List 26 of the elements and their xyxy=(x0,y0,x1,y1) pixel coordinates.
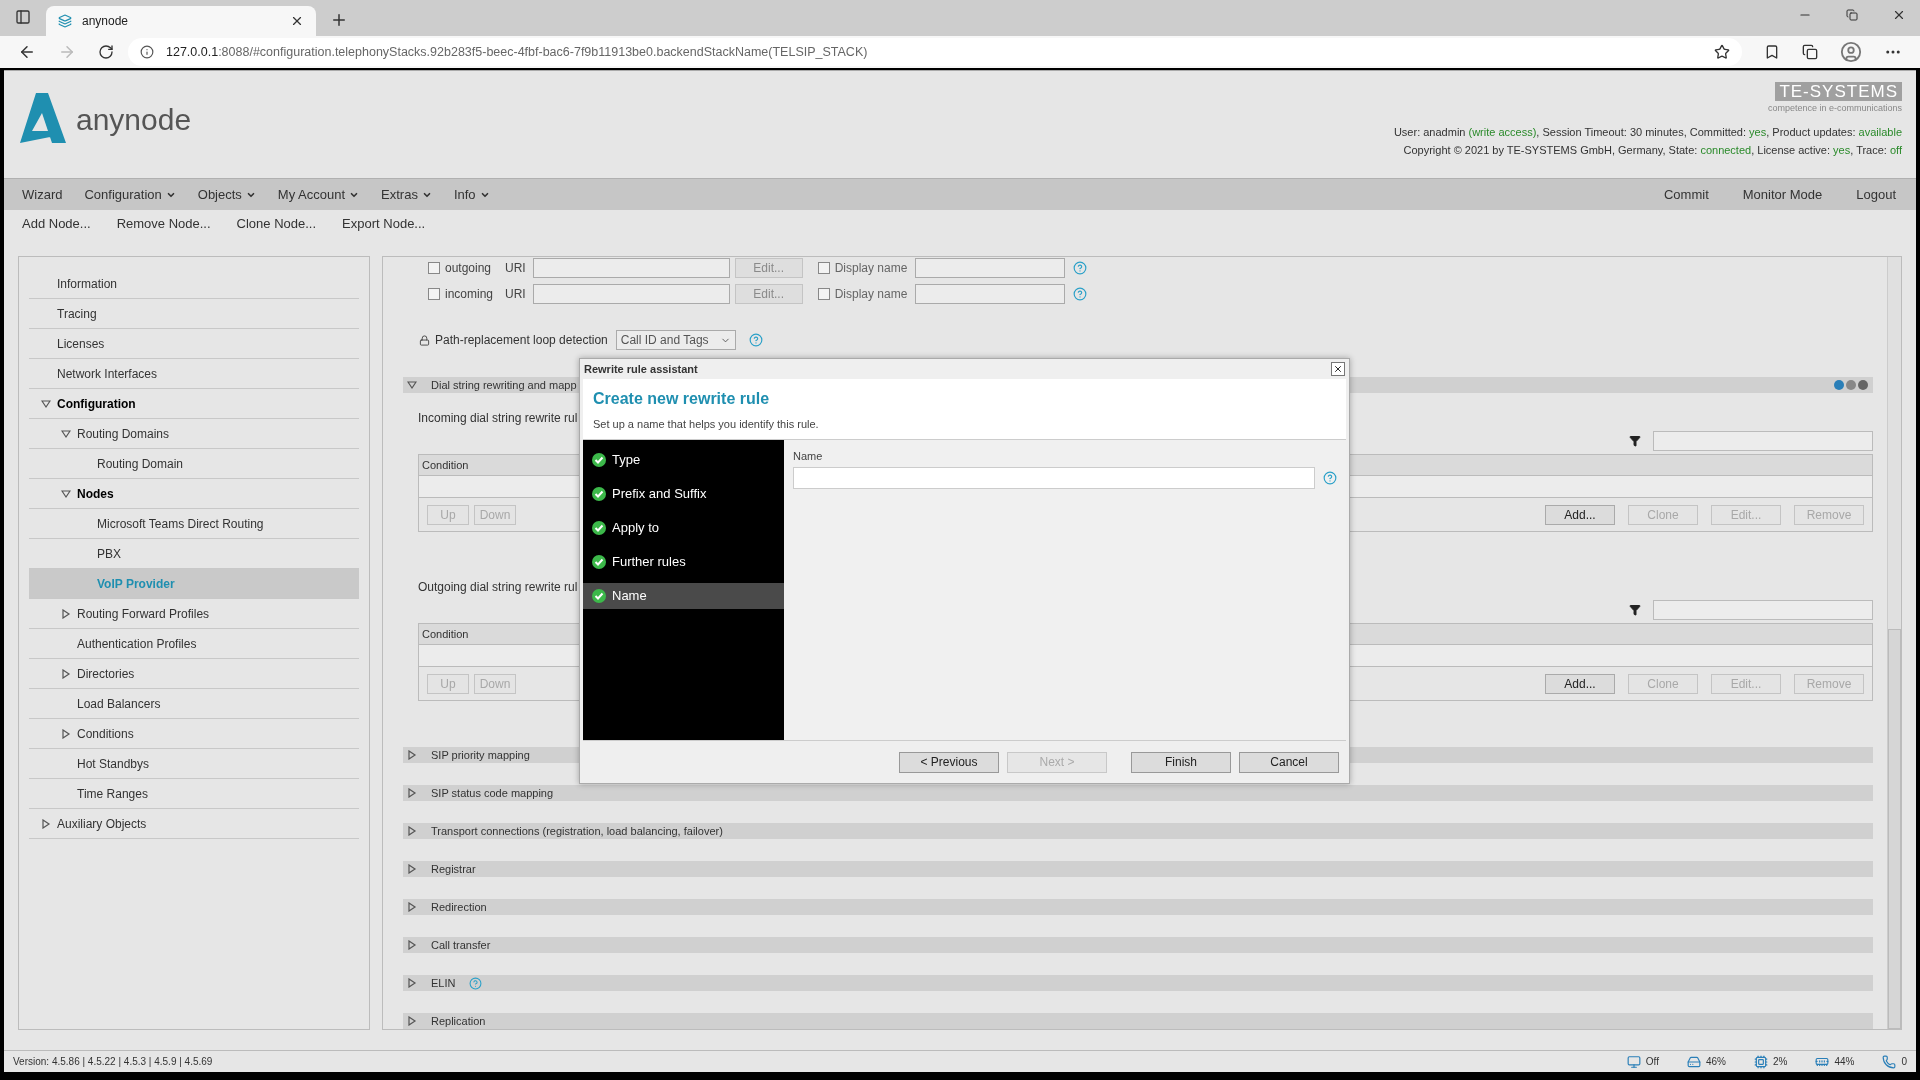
vendor-logo: TE-SYSTEMS xyxy=(1775,82,1902,101)
url-text: 127.0.0.1:8088/#configuration.telephonyStacks.92b283f5-beec-4fbf-bac6-7f9b11913be0.backendStackName(TELSIP_STACK) xyxy=(166,43,869,61)
status-value: Off xyxy=(1645,1055,1659,1069)
direction-label: incoming xyxy=(445,286,495,303)
loop-detection-label: Path-replacement loop detection xyxy=(435,332,608,349)
field-label: Name xyxy=(793,449,824,464)
uri-label: URI xyxy=(505,260,526,277)
table-title: Incoming dial string rewrite rul xyxy=(418,411,578,425)
direction-label: outgoing xyxy=(445,260,493,277)
status-value: 2% xyxy=(1772,1055,1788,1069)
dialog-subtitle: Set up a name that helps you identify this rule. xyxy=(593,417,820,432)
display-name-label: Display name xyxy=(834,260,909,277)
display-name-label: Display name xyxy=(834,286,909,303)
vendor-tagline: competence in e-communications xyxy=(1767,102,1902,115)
status-value: 0 xyxy=(1901,1055,1907,1069)
status-value: 44% xyxy=(1834,1055,1855,1069)
dialog-heading: Create new rewrite rule xyxy=(593,389,771,409)
status-value: 46% xyxy=(1705,1055,1726,1069)
dialog-title: Rewrite rule assistant xyxy=(584,361,698,377)
session-info-text: User: anadmin (write access), Session Timeout: 30 minutes, Committed: yes, Product updates: available xyxy=(1393,124,1902,140)
uri-label: URI xyxy=(505,286,526,303)
logo-text: anynode xyxy=(76,102,192,138)
session-info-text: Copyright © 2021 by TE-SYSTEMS GmbH, Germany, State: connected, License active: yes, Trace: off xyxy=(1403,143,1902,158)
table-title: Outgoing dial string rewrite rul xyxy=(418,580,578,594)
tab-title: anynode xyxy=(82,13,130,30)
version-text: Version: 4.5.86 | 4.5.22 | 4.5.3 | 4.5.9 | 4.5.69 xyxy=(13,1055,213,1069)
